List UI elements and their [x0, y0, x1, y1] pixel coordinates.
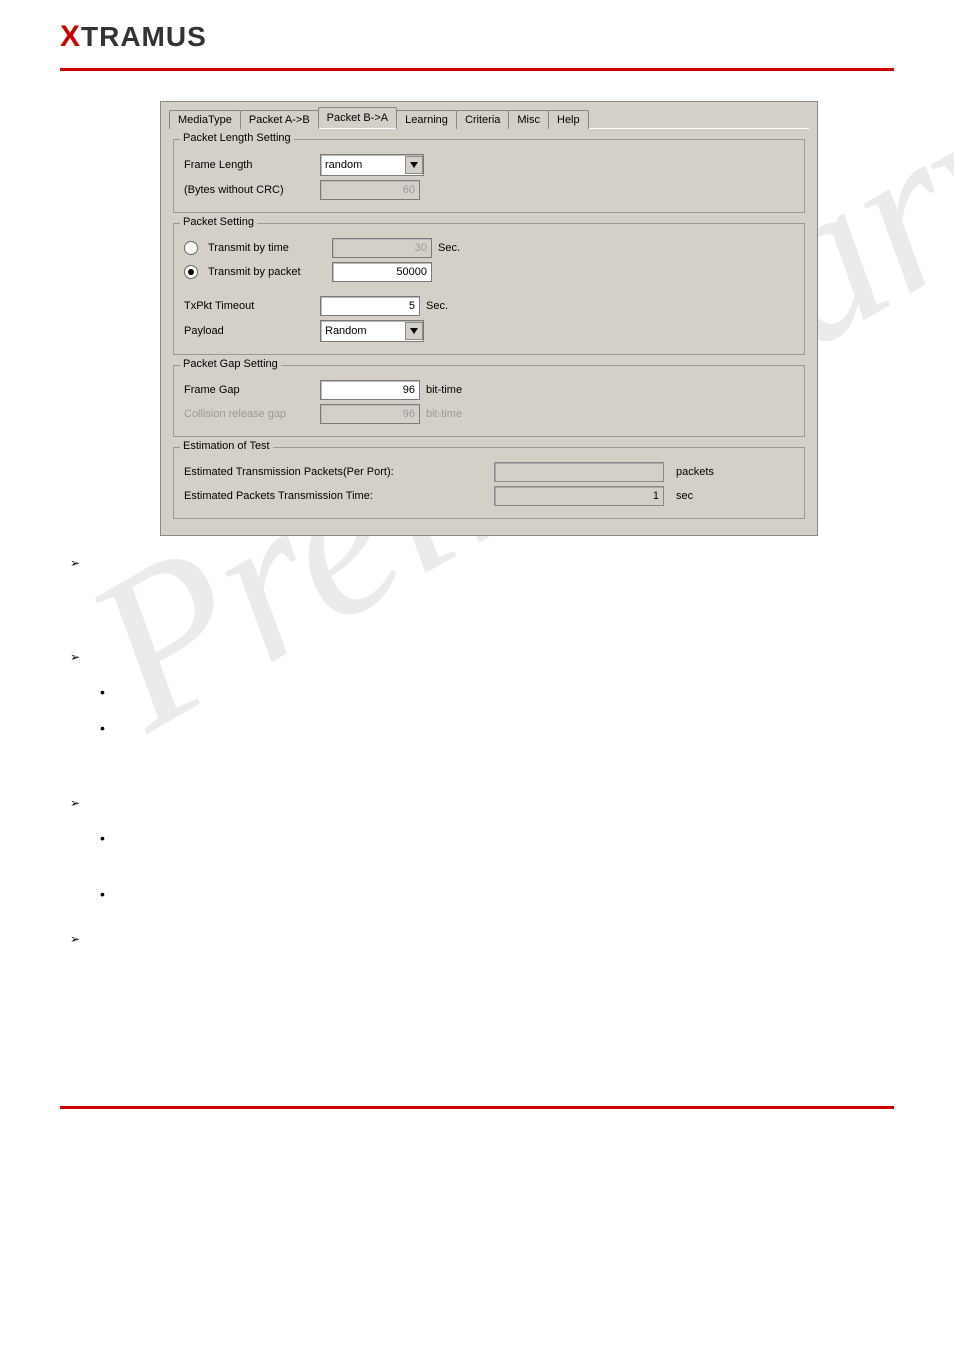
radio-transmit-by-time[interactable] [184, 241, 198, 255]
bullet-dot-icon: • [100, 720, 954, 736]
footer-divider [60, 1106, 894, 1109]
group-title-packet-gap: Packet Gap Setting [180, 358, 281, 370]
logo-bar: XTRAMUS [0, 0, 954, 64]
collision-gap-unit: bit-time [426, 408, 462, 420]
estimated-packets-label: Estimated Transmission Packets(Per Port)… [184, 466, 494, 478]
txpkt-timeout-input[interactable] [320, 296, 420, 316]
bullet-dot-icon: • [100, 830, 954, 846]
group-packet-length: Packet Length Setting Frame Length rando… [173, 139, 805, 213]
logo: XTRAMUS [60, 21, 207, 52]
tab-packet-b-a[interactable]: Packet B->A [318, 107, 397, 128]
bullet-dot-icon: • [100, 684, 954, 700]
transmit-by-packet-input[interactable] [332, 262, 432, 282]
group-title-estimation: Estimation of Test [180, 440, 273, 452]
collision-gap-input [320, 404, 420, 424]
transmit-by-time-unit: Sec. [438, 242, 460, 254]
tab-criteria[interactable]: Criteria [456, 110, 509, 129]
bullet-dot-icon: • [100, 886, 954, 902]
estimated-time-value: 1 [494, 486, 664, 506]
group-title-packet-length: Packet Length Setting [180, 132, 294, 144]
txpkt-timeout-unit: Sec. [426, 300, 448, 312]
bullet-arrow-icon: ➢ [70, 932, 954, 946]
header-divider [60, 68, 894, 71]
estimated-packets-unit: packets [676, 466, 714, 478]
frame-gap-input[interactable] [320, 380, 420, 400]
chevron-down-icon [405, 322, 423, 340]
tab-learning[interactable]: Learning [396, 110, 457, 129]
logo-rest: TRAMUS [81, 21, 207, 52]
bullet-arrow-icon: ➢ [70, 796, 954, 810]
logo-letter: X [60, 20, 81, 53]
payload-select[interactable]: Random [320, 320, 424, 342]
group-packet-setting: Packet Setting Transmit by time Sec. Tra… [173, 223, 805, 355]
transmit-by-time-input [332, 238, 432, 258]
collision-gap-label: Collision release gap [184, 408, 314, 420]
bytes-without-crc-input [320, 180, 420, 200]
estimated-time-label: Estimated Packets Transmission Time: [184, 490, 494, 502]
frame-length-select[interactable]: random [320, 154, 424, 176]
chevron-down-icon [405, 156, 423, 174]
group-estimation: Estimation of Test Estimated Transmissio… [173, 447, 805, 519]
group-title-packet-setting: Packet Setting [180, 216, 257, 228]
dialog-panel: MediaType Packet A->B Packet B->A Learni… [160, 101, 818, 536]
estimated-packets-value [494, 462, 664, 482]
tab-misc[interactable]: Misc [508, 110, 549, 129]
tab-strip: MediaType Packet A->B Packet B->A Learni… [169, 106, 809, 129]
group-packet-gap: Packet Gap Setting Frame Gap bit-time Co… [173, 365, 805, 437]
bullet-list: ➢ ➢ • • ➢ • • ➢ [70, 556, 954, 946]
tab-mediatype[interactable]: MediaType [169, 110, 241, 129]
tab-packet-a-b[interactable]: Packet A->B [240, 110, 319, 129]
transmit-by-packet-label: Transmit by packet [208, 266, 326, 278]
bullet-arrow-icon: ➢ [70, 556, 954, 570]
frame-length-label: Frame Length [184, 159, 314, 171]
tab-help[interactable]: Help [548, 110, 589, 129]
bullet-arrow-icon: ➢ [70, 650, 954, 664]
txpkt-timeout-label: TxPkt Timeout [184, 300, 314, 312]
radio-transmit-by-packet[interactable] [184, 265, 198, 279]
frame-gap-unit: bit-time [426, 384, 462, 396]
transmit-by-time-label: Transmit by time [208, 242, 326, 254]
frame-gap-label: Frame Gap [184, 384, 314, 396]
bytes-without-crc-label: (Bytes without CRC) [184, 184, 314, 196]
frame-length-value: random [325, 159, 362, 171]
estimated-time-unit: sec [676, 490, 693, 502]
payload-label: Payload [184, 325, 314, 337]
payload-value: Random [325, 325, 367, 337]
